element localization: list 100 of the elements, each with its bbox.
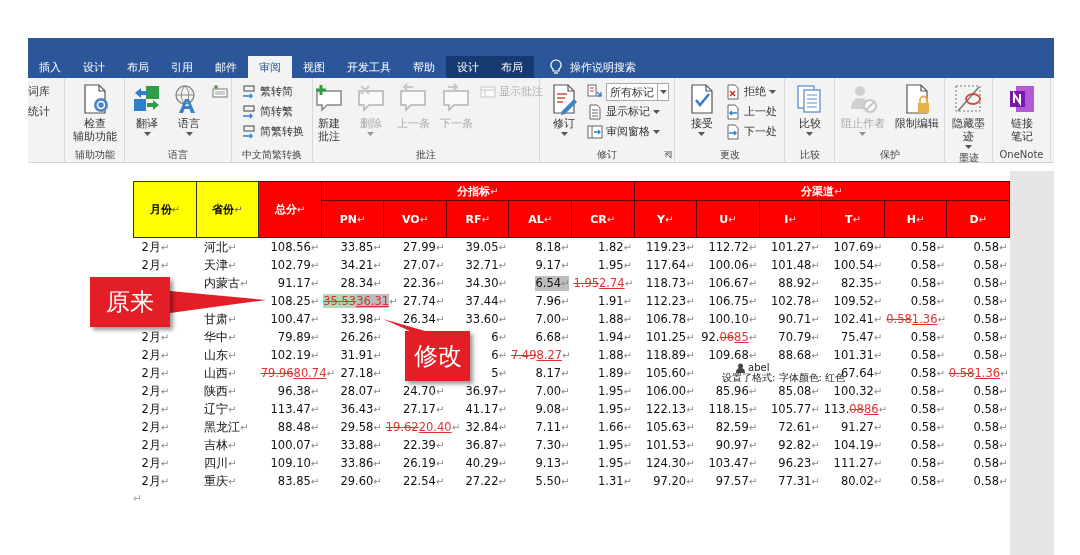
cell-value: 90.97↵: [715, 437, 758, 453]
ribbon-button[interactable]: 显示标记: [587, 103, 669, 121]
cell-value: 79.9680.74↵: [260, 365, 335, 381]
ribbon-button[interactable]: 比较: [790, 81, 829, 138]
cell-value: 0.58↵: [973, 401, 1008, 417]
cell-value: 1.66↵: [598, 419, 632, 435]
convert-icon: [240, 124, 257, 140]
ribbon-button[interactable]: 接受: [682, 81, 721, 138]
ribbon-button[interactable]: 简繁转换: [240, 123, 304, 141]
search-box[interactable]: 操作说明搜索: [534, 56, 636, 78]
cell-value: 118.73↵: [645, 275, 695, 291]
ribbon-button[interactable]: 拒绝: [724, 83, 777, 101]
cell-value: 83.85↵: [277, 473, 320, 489]
ribbon-tab[interactable]: 审阅: [248, 56, 292, 78]
cell-value: 0.58↵: [973, 239, 1008, 255]
cell-value: 109.10↵: [270, 455, 320, 471]
ribbon-button[interactable]: 检查 辅助功能: [69, 81, 120, 145]
cell-value: 0.58↵: [910, 329, 945, 345]
cell-value: 112.72↵: [708, 239, 758, 255]
cell-value: 0.58↵: [973, 293, 1008, 309]
ribbon-tab[interactable]: 邮件: [204, 56, 248, 78]
ribbon-button[interactable]: 隐藏墨 迹: [949, 81, 988, 151]
cell-value: 32.71↵: [465, 257, 507, 273]
ribbon-tab[interactable]: 布局: [490, 56, 534, 78]
ribbon-button[interactable]: 下一处: [724, 123, 777, 141]
cell-value: 0.58↵: [910, 347, 945, 363]
cell-value: 103.47↵: [708, 455, 758, 471]
ribbon-tab[interactable]: 开发工具: [336, 56, 402, 78]
ribbon-tab[interactable]: 插入: [28, 56, 72, 78]
cell-value: 106.78↵: [645, 311, 695, 327]
caret-icon: [653, 130, 660, 134]
cell-value: 33.86↵: [340, 455, 382, 471]
cell-value: 102.79↵: [270, 257, 320, 273]
cell-value: 85.08↵: [778, 383, 820, 399]
header-cell: CR↵: [571, 200, 634, 238]
cell-value: 101.31↵: [833, 347, 883, 363]
ribbon-button[interactable]: 修订: [545, 81, 583, 138]
markup-icon: [587, 84, 603, 100]
cell-value: 91.27↵: [840, 419, 883, 435]
callout: 原来: [90, 277, 170, 327]
ribbon-button[interactable]: 链接 笔记: [1002, 81, 1041, 145]
next-change-icon: [724, 124, 741, 140]
review-pane-icon: [587, 124, 603, 140]
ribbon-button[interactable]: 语言: [170, 81, 208, 138]
cell-value: 1.31↵: [598, 473, 632, 489]
cell-value: 108.56↵: [270, 239, 320, 255]
cell-value: 101.48↵: [771, 257, 820, 273]
ribbon-button[interactable]: 简转繁: [240, 103, 304, 121]
cell-value: 0.581.36↵: [948, 365, 1009, 381]
cell-value: 0.58↵: [973, 455, 1008, 471]
ribbon-button[interactable]: 统计: [28, 103, 50, 121]
cell-value: 0.58↵: [973, 347, 1008, 363]
cell-value: 39.05↵: [465, 239, 507, 255]
cell-value: 1.95↵: [598, 437, 632, 453]
ribbon-button[interactable]: 审阅窗格: [587, 123, 669, 141]
ribbon-button[interactable]: 上一处: [724, 103, 777, 121]
cell-value: 2月↵: [141, 365, 170, 381]
convert-icon: [240, 104, 257, 120]
group-label: 中文简繁转换: [242, 147, 302, 162]
header-cell: 分指标↵: [321, 181, 634, 201]
cell-value: 19.6220.40↵: [385, 419, 460, 435]
caret-icon: [367, 132, 374, 136]
cell-value: 111.27↵: [833, 455, 883, 471]
ribbon-tab[interactable]: 设计: [446, 56, 490, 78]
cell-value: 陕西↵: [204, 383, 237, 399]
author-name: abel: [748, 363, 770, 373]
header-cell: U↵: [696, 200, 760, 238]
cell-value: 0.58↵: [910, 455, 945, 471]
cell-value: 100.47↵: [270, 311, 320, 327]
cell-value: 1.95↵: [598, 455, 632, 471]
cell-value: 9.13↵: [535, 455, 570, 471]
document-icon: [587, 104, 603, 120]
cell-value: 33.85↵: [340, 239, 382, 255]
ribbon-tab[interactable]: 视图: [292, 56, 336, 78]
ribbon-tab[interactable]: 帮助: [402, 56, 446, 78]
cell-value: 75.47↵: [840, 329, 883, 345]
ribbon-button[interactable]: 新建 批注: [309, 81, 348, 145]
cell-value: 27.22↵: [465, 473, 507, 489]
cell-value: 山东↵: [204, 347, 237, 363]
ribbon-button[interactable]: 繁转简: [240, 83, 304, 101]
ribbon-tab[interactable]: 布局: [116, 56, 160, 78]
cell-value: 7.498.27↵: [510, 347, 571, 363]
ribbon-button[interactable]: 限制编辑: [891, 81, 942, 132]
cell-value: 0.581.36↵: [886, 311, 946, 327]
ribbon-button[interactable]: 词库: [28, 83, 50, 101]
cell-value: 100.10↵: [708, 311, 758, 327]
cell-value: 8.18↵: [535, 239, 570, 255]
cell-value: 102.19↵: [270, 347, 320, 363]
cell-value: 0.58↵: [910, 365, 945, 381]
ribbon-tab[interactable]: 设计: [72, 56, 116, 78]
cell-value: 黑龙江↵: [204, 419, 249, 435]
cell-value: 101.25↵: [645, 329, 695, 345]
cell-value: 0.58↵: [910, 275, 945, 291]
cell-value: 7.96↵: [535, 293, 570, 309]
cell-value: 105.77↵: [771, 401, 820, 417]
cell-value: 22.36↵: [403, 275, 445, 291]
ribbon-button[interactable]: 翻译: [128, 81, 166, 138]
ribbon-button[interactable]: [212, 83, 228, 101]
cell-value: 36.97↵: [465, 383, 507, 399]
ribbon-tab[interactable]: 引用: [160, 56, 204, 78]
